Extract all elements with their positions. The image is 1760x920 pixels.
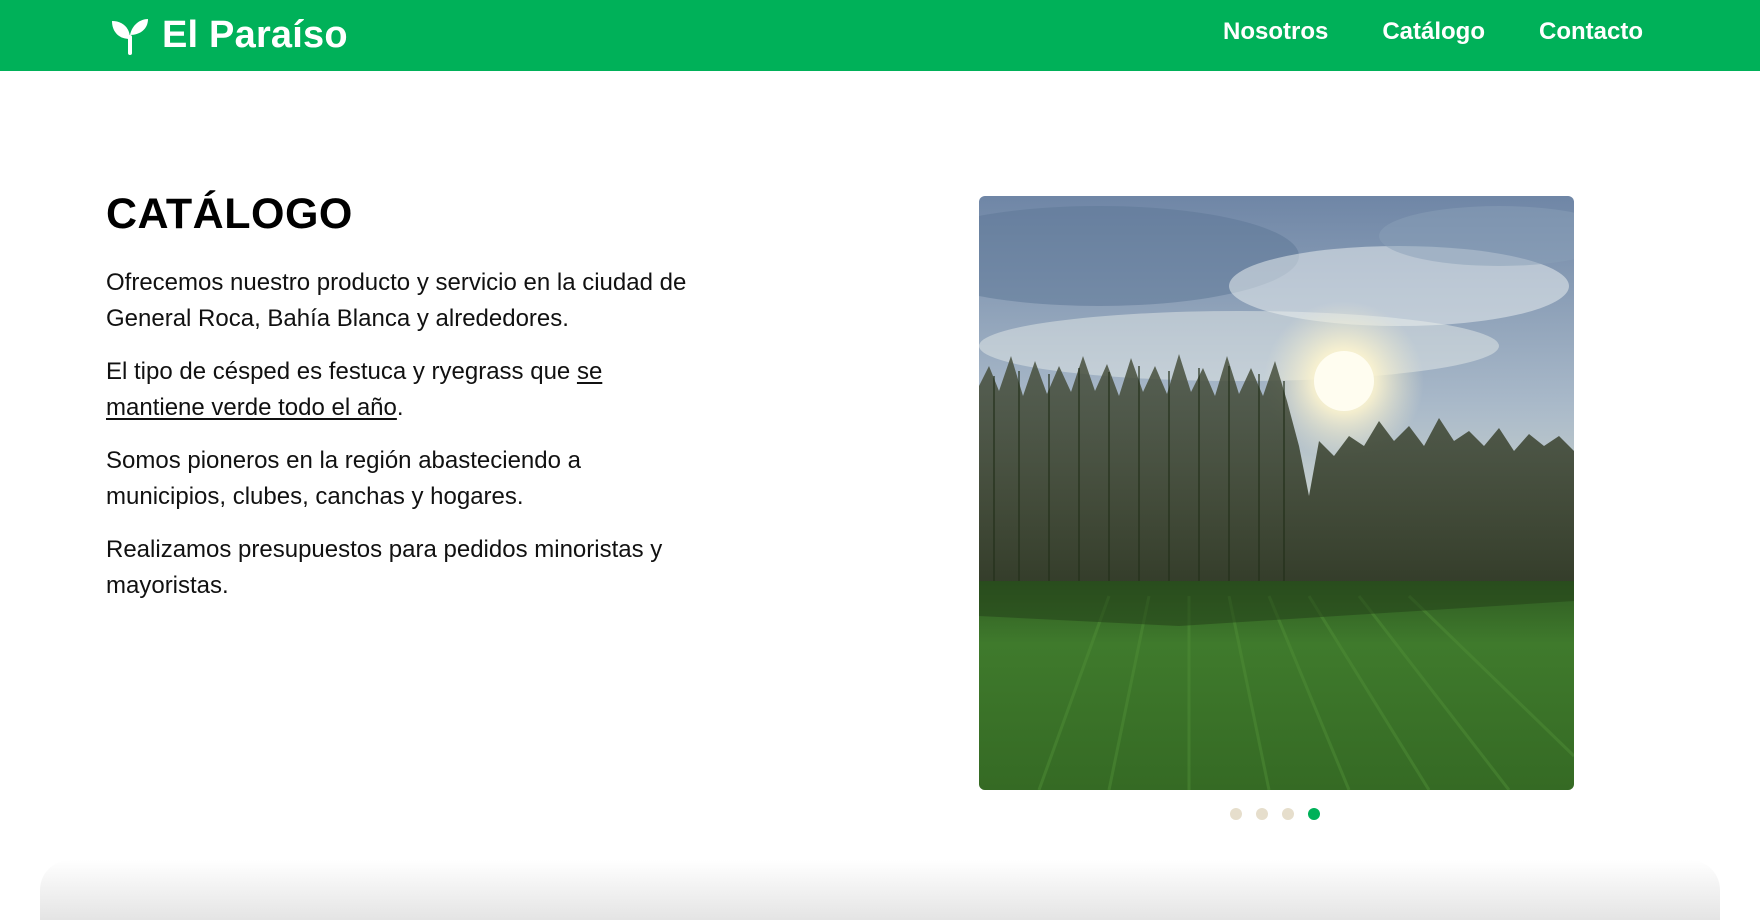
carousel-indicators [1230, 808, 1320, 820]
paragraph-grass-type: El tipo de césped es festuca y ryegrass … [106, 354, 706, 426]
carousel-dot-2[interactable] [1256, 808, 1268, 820]
main-nav: Nosotros Catálogo Contacto [1223, 18, 1643, 46]
page-title: CATÁLOGO [106, 190, 353, 238]
paragraph-coverage: Ofrecemos nuestro producto y servicio en… [106, 269, 687, 332]
brand-home-link[interactable]: El Paraíso [110, 13, 348, 57]
paragraph-grass-type-text: El tipo de césped es festuca y ryegrass … [106, 358, 577, 385]
navbar: El Paraíso Nosotros Catálogo Contacto [0, 0, 1760, 71]
carousel-dot-4[interactable] [1308, 808, 1320, 820]
paragraph-pioneers: Somos pioneros en la región abasteciendo… [106, 447, 581, 510]
image-carousel[interactable] [979, 196, 1574, 790]
nav-link-contacto[interactable]: Contacto [1539, 18, 1643, 46]
carousel-dot-3[interactable] [1282, 808, 1294, 820]
footer-shadow [40, 860, 1720, 920]
nav-link-nosotros[interactable]: Nosotros [1223, 18, 1328, 46]
nav-link-catalogo[interactable]: Catálogo [1382, 18, 1485, 46]
sprout-icon [112, 19, 148, 55]
brand-name: El Paraíso [162, 13, 348, 56]
carousel-slide-image [979, 196, 1574, 790]
paragraph-quotes: Realizamos presupuestos para pedidos min… [106, 536, 663, 599]
paragraph-grass-type-end: . [396, 394, 404, 421]
carousel-dot-1[interactable] [1230, 808, 1242, 820]
catalog-text-section: CATÁLOGO Ofrecemos nuestro producto y se… [106, 190, 706, 621]
